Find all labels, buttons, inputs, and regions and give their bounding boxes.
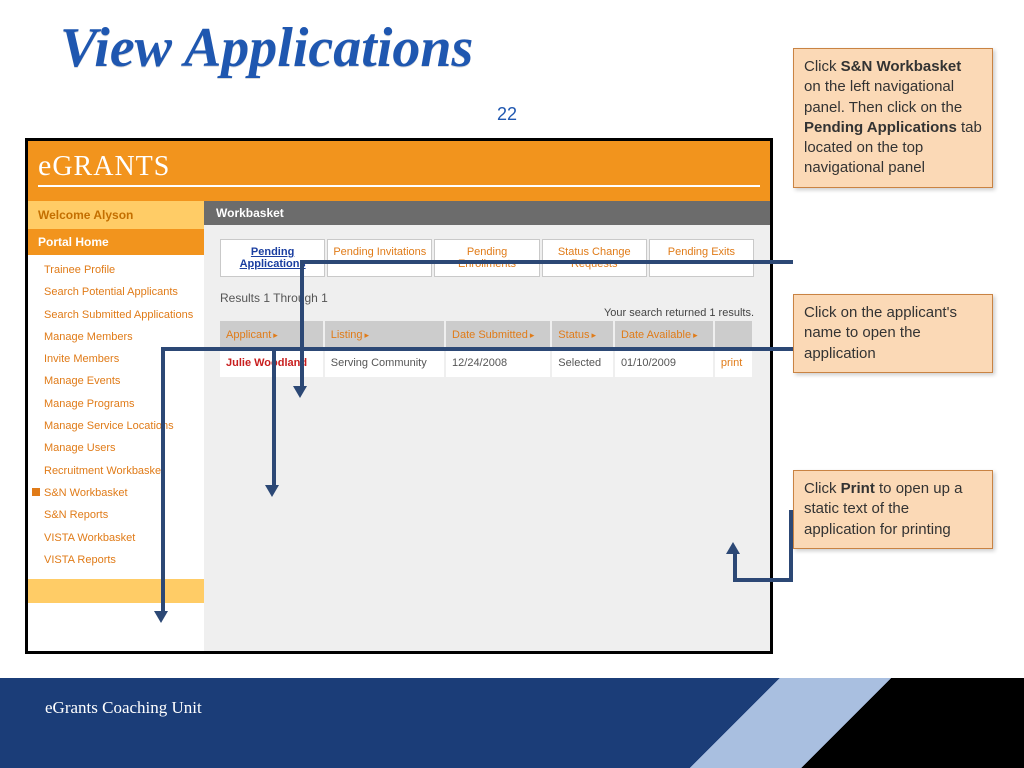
- cell-date-available: 01/10/2009: [614, 349, 714, 377]
- arrow-head-icon: [265, 485, 279, 497]
- applicant-name-link[interactable]: Julie Woodland: [226, 357, 307, 369]
- sidebar-item-search-submitted-applications[interactable]: Search Submitted Applications: [28, 304, 204, 326]
- col-listing[interactable]: Listing▸: [324, 321, 445, 349]
- arrow-head-icon: [293, 386, 307, 398]
- sort-icon: ▸: [693, 330, 698, 340]
- tab-pending-exits[interactable]: Pending Exits: [649, 239, 754, 277]
- col-date-available[interactable]: Date Available▸: [614, 321, 714, 349]
- sidebar-item-manage-members[interactable]: Manage Members: [28, 326, 204, 348]
- footer-text: eGrants Coaching Unit: [45, 698, 202, 718]
- arrow-connector: [272, 347, 276, 487]
- arrow-connector: [789, 510, 793, 578]
- cell-listing: Serving Community: [324, 349, 445, 377]
- sidebar-item-vista-reports[interactable]: VISTA Reports: [28, 549, 204, 571]
- arrow-connector: [733, 578, 793, 582]
- tab-pending-enrollments[interactable]: Pending Enrollments: [434, 239, 539, 277]
- arrow-connector: [733, 552, 737, 580]
- arrow-connector: [300, 260, 304, 388]
- sidebar-item-manage-service-locations[interactable]: Manage Service Locations: [28, 415, 204, 437]
- arrow-connector: [161, 347, 162, 351]
- sort-icon: ▸: [591, 330, 596, 340]
- sidebar-item-trainee-profile[interactable]: Trainee Profile: [28, 259, 204, 281]
- sidebar-item-manage-programs[interactable]: Manage Programs: [28, 393, 204, 415]
- screenshot-frame: eGRANTS Welcome Alyson Portal Home Train…: [25, 138, 773, 654]
- sort-icon: ▸: [365, 330, 370, 340]
- footer-graphic: [0, 678, 1024, 768]
- tab-pending-invitations[interactable]: Pending Invitations: [327, 239, 432, 277]
- app-logo: eGRANTS: [38, 149, 760, 183]
- tab-pending-applications[interactable]: Pending Applications: [220, 239, 325, 277]
- col-status[interactable]: Status▸: [551, 321, 614, 349]
- sidebar: Welcome Alyson Portal Home Trainee Profi…: [28, 201, 204, 651]
- sort-icon: ▸: [530, 330, 535, 340]
- callout-applicant-name: Click on the applicant's name to open th…: [793, 294, 993, 373]
- col-action: [714, 321, 753, 349]
- col-date-submitted[interactable]: Date Submitted▸: [445, 321, 551, 349]
- cell-date-submitted: 12/24/2008: [445, 349, 551, 377]
- main-panel: Workbasket Pending Applications Pending …: [204, 201, 770, 651]
- sort-icon: ▸: [273, 330, 278, 340]
- sidebar-item-manage-events[interactable]: Manage Events: [28, 370, 204, 392]
- sidebar-item-vista-workbasket[interactable]: VISTA Workbasket: [28, 527, 204, 549]
- arrow-head-icon: [154, 611, 168, 623]
- sidebar-item-sn-reports[interactable]: S&N Reports: [28, 504, 204, 526]
- arrow-connector: [300, 260, 793, 264]
- col-applicant[interactable]: Applicant▸: [220, 321, 324, 349]
- app-header: eGRANTS: [28, 141, 770, 201]
- sidebar-item-search-potential-applicants[interactable]: Search Potential Applicants: [28, 281, 204, 303]
- slide-number: 22: [497, 104, 517, 125]
- sidebar-item-sn-workbasket[interactable]: S&N Workbasket: [28, 482, 204, 504]
- cell-status: Selected: [551, 349, 614, 377]
- callout-print: Click Print to open up a static text of …: [793, 470, 993, 549]
- welcome-label: Welcome Alyson: [28, 201, 204, 229]
- sidebar-item-invite-members[interactable]: Invite Members: [28, 348, 204, 370]
- arrow-connector: [161, 347, 165, 611]
- arrow-connector: [161, 347, 793, 351]
- sidebar-item-recruitment-workbasket[interactable]: Recruitment Workbasket: [28, 460, 204, 482]
- callout-sn-workbasket: Click S&N Workbasket on the left navigat…: [793, 48, 993, 188]
- header-rule: [38, 185, 760, 187]
- sidebar-nav: Trainee Profile Search Potential Applica…: [28, 255, 204, 571]
- sidebar-spacer: [28, 579, 204, 603]
- tab-status-change-requests[interactable]: Status Change Requests: [542, 239, 647, 277]
- sidebar-item-manage-users[interactable]: Manage Users: [28, 437, 204, 459]
- slide-title: View Applications: [60, 16, 473, 80]
- print-link[interactable]: print: [721, 357, 742, 369]
- portal-home[interactable]: Portal Home: [28, 229, 204, 255]
- arrow-head-icon: [726, 542, 740, 554]
- workbasket-bar: Workbasket: [204, 201, 770, 225]
